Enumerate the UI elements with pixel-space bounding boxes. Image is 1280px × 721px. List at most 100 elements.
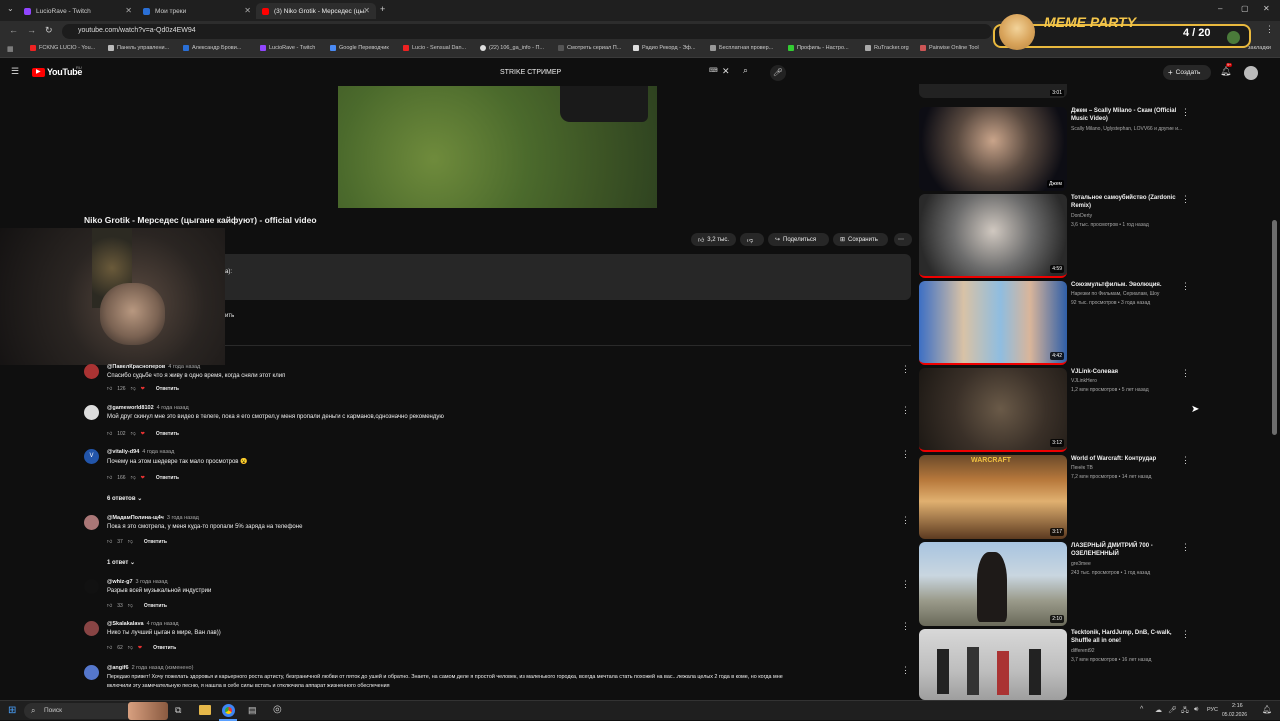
hamburger-menu-icon[interactable]: ☰: [11, 66, 19, 77]
reply-button[interactable]: Ответить: [156, 386, 179, 392]
video-thumbnail[interactable]: 2:10: [919, 542, 1067, 626]
more-icon[interactable]: ⋮: [901, 364, 910, 375]
obs-icon[interactable]: ◎: [273, 704, 282, 715]
bookmark[interactable]: Александр Брови...: [183, 45, 241, 51]
back-icon[interactable]: ←: [9, 25, 18, 35]
avatar[interactable]: V: [84, 449, 99, 464]
thumbs-up-icon[interactable]: 👍︎: [107, 645, 112, 651]
more-icon[interactable]: ⋮: [1181, 542, 1190, 553]
forward-icon[interactable]: →: [27, 25, 36, 35]
bookmark[interactable]: Pairwise Online Tool: [920, 45, 979, 51]
bell-icon[interactable]: 🔔︎: [1220, 66, 1231, 77]
mic-icon[interactable]: 🎤︎: [770, 65, 786, 81]
video-thumbnail[interactable]: [919, 629, 1067, 700]
reply-button[interactable]: Ответить: [144, 603, 167, 609]
thumbs-up-icon[interactable]: 👍︎: [107, 475, 112, 481]
thumbs-up-icon[interactable]: 👍︎: [107, 386, 112, 392]
app-icon[interactable]: ▤: [248, 705, 257, 716]
reply-button[interactable]: Ответить: [156, 475, 179, 481]
clock-date[interactable]: 05.02.2026: [1222, 712, 1247, 718]
tab-list-icon[interactable]: ⌄: [7, 4, 14, 13]
more-icon[interactable]: ⋮: [901, 579, 910, 590]
taskbar-widget[interactable]: [128, 702, 168, 720]
more-icon[interactable]: ⋮: [901, 405, 910, 416]
more-icon[interactable]: ⋮: [1181, 455, 1190, 466]
related-video[interactable]: Tecktonik, HardJump, DnB, C-walk, Shuffl…: [919, 629, 1249, 700]
avatar[interactable]: [84, 665, 99, 680]
like-button[interactable]: 👍︎ 3,2 тыс.: [691, 233, 736, 246]
reply-button[interactable]: Ответить: [153, 645, 176, 651]
tab-my-tracks[interactable]: Мои треки ✕: [137, 3, 257, 19]
tray-arrow-icon[interactable]: ^: [1140, 706, 1143, 713]
volume-icon[interactable]: 🔊︎: [1194, 706, 1198, 714]
bookmark[interactable]: FCKNG LUCIO - You...: [30, 45, 95, 51]
comment-author[interactable]: @whiz-g7 3 года назад: [107, 579, 168, 585]
video-player[interactable]: [338, 86, 657, 208]
close-icon[interactable]: ✕: [125, 6, 132, 15]
window-close-icon[interactable]: ✕: [1263, 4, 1270, 13]
video-thumbnail[interactable]: 4:59: [919, 194, 1067, 278]
bookmark[interactable]: Радио Рекорд - Эф...: [633, 45, 696, 51]
avatar[interactable]: [84, 579, 99, 594]
close-icon[interactable]: ✕: [363, 6, 370, 15]
thumbs-up-icon[interactable]: 👍︎: [107, 603, 112, 609]
thumbs-down-icon[interactable]: 👎︎: [128, 603, 133, 609]
close-icon[interactable]: ✕: [244, 6, 251, 15]
thumbs-down-icon[interactable]: 👎︎: [131, 431, 136, 437]
bookmark[interactable]: Google Переводчик: [330, 45, 389, 51]
network-icon[interactable]: 🖧: [1181, 706, 1189, 717]
thumbs-down-icon[interactable]: 👎︎: [131, 386, 136, 392]
bookmark[interactable]: Lucio - Sensual Dan...: [403, 45, 466, 51]
comment-author[interactable]: @vitaliy-d94 4 года назад: [107, 449, 174, 455]
bookmark[interactable]: LucioRave - Twitch: [260, 45, 315, 51]
related-video[interactable]: Джем Джем – Scally Milano - Скам (Offici…: [919, 107, 1249, 191]
bookmark[interactable]: (22) 106_ga_info - П...: [480, 45, 544, 51]
related-video[interactable]: 4:42 Союзмультфильм. Эволюция. Нарезки п…: [919, 281, 1249, 365]
new-tab-icon[interactable]: +: [380, 4, 385, 14]
menu-icon[interactable]: ⋮: [1265, 24, 1274, 35]
minimize-icon[interactable]: –: [1218, 4, 1222, 13]
chrome-icon[interactable]: [222, 704, 235, 717]
related-video[interactable]: 2:10 ЛАЗЕРНЫЙ ДМИТРИЙ 700 - ОЗЕЛЕНЕННЫЙ …: [919, 542, 1249, 626]
show-replies-button[interactable]: 1 ответ ⌄: [107, 559, 135, 566]
related-video[interactable]: WARCRAFT 3:17 World of Warcraft: Контруда…: [919, 455, 1249, 539]
clear-search-icon[interactable]: ✕: [722, 66, 730, 77]
search-input[interactable]: STRIKE СТРИМЕР: [493, 65, 737, 80]
page-scrollbar[interactable]: [1272, 220, 1277, 435]
reload-icon[interactable]: ↻: [45, 25, 53, 36]
tab-youtube[interactable]: (3) Niko Grotik - Мерседес (цы... ✕: [256, 3, 376, 19]
thumbs-up-icon[interactable]: 👍︎: [107, 431, 112, 437]
dislike-button[interactable]: 👎︎: [740, 233, 764, 246]
related-thumbnail-partial[interactable]: 3:01: [919, 84, 1067, 98]
mic-icon[interactable]: 🎤︎: [1168, 706, 1177, 714]
show-replies-button[interactable]: 6 ответов ⌄: [107, 495, 142, 502]
avatar[interactable]: [84, 405, 99, 420]
apps-icon[interactable]: ▦: [7, 45, 14, 53]
comment-author[interactable]: @gameworld8102 4 года назад: [107, 405, 189, 411]
video-thumbnail[interactable]: WARCRAFT 3:17: [919, 455, 1067, 539]
reply-button[interactable]: Ответить: [144, 539, 167, 545]
more-icon[interactable]: ⋮: [1181, 629, 1190, 640]
keyboard-icon[interactable]: ⌨: [709, 67, 718, 74]
related-video[interactable]: 4:59 Тотальное самоубийство (Zardonic Re…: [919, 194, 1249, 278]
more-actions-button[interactable]: ⋯: [894, 233, 912, 246]
notifications-icon[interactable]: 🔔︎: [1262, 705, 1272, 714]
avatar[interactable]: [84, 364, 99, 379]
url-field[interactable]: youtube.com/watch?v=a-Qd0z4EW94: [62, 24, 992, 39]
search-icon[interactable]: ⌕: [743, 65, 748, 76]
cloud-icon[interactable]: ☁: [1155, 706, 1162, 714]
thumbs-down-icon[interactable]: 👎︎: [128, 645, 133, 651]
input-language[interactable]: РУС: [1207, 707, 1218, 713]
share-button[interactable]: ↪ Поделиться: [768, 233, 829, 246]
comment-author[interactable]: @angif6 2 года назад (изменено): [107, 665, 193, 671]
save-button[interactable]: ⊞ Сохранить: [833, 233, 888, 246]
tab-twitch[interactable]: LucioRave - Twitch ✕: [18, 3, 138, 19]
more-icon[interactable]: ⋮: [1181, 368, 1190, 379]
more-icon[interactable]: ⋮: [901, 621, 910, 632]
more-icon[interactable]: ⋮: [1181, 107, 1190, 118]
task-view-icon[interactable]: ⧉: [175, 705, 181, 716]
bookmark[interactable]: Панель управлени...: [108, 45, 169, 51]
bookmark[interactable]: Профиль - Настро...: [788, 45, 849, 51]
windows-start-icon[interactable]: ⊞: [8, 705, 16, 716]
maximize-icon[interactable]: ▢: [1241, 4, 1249, 13]
